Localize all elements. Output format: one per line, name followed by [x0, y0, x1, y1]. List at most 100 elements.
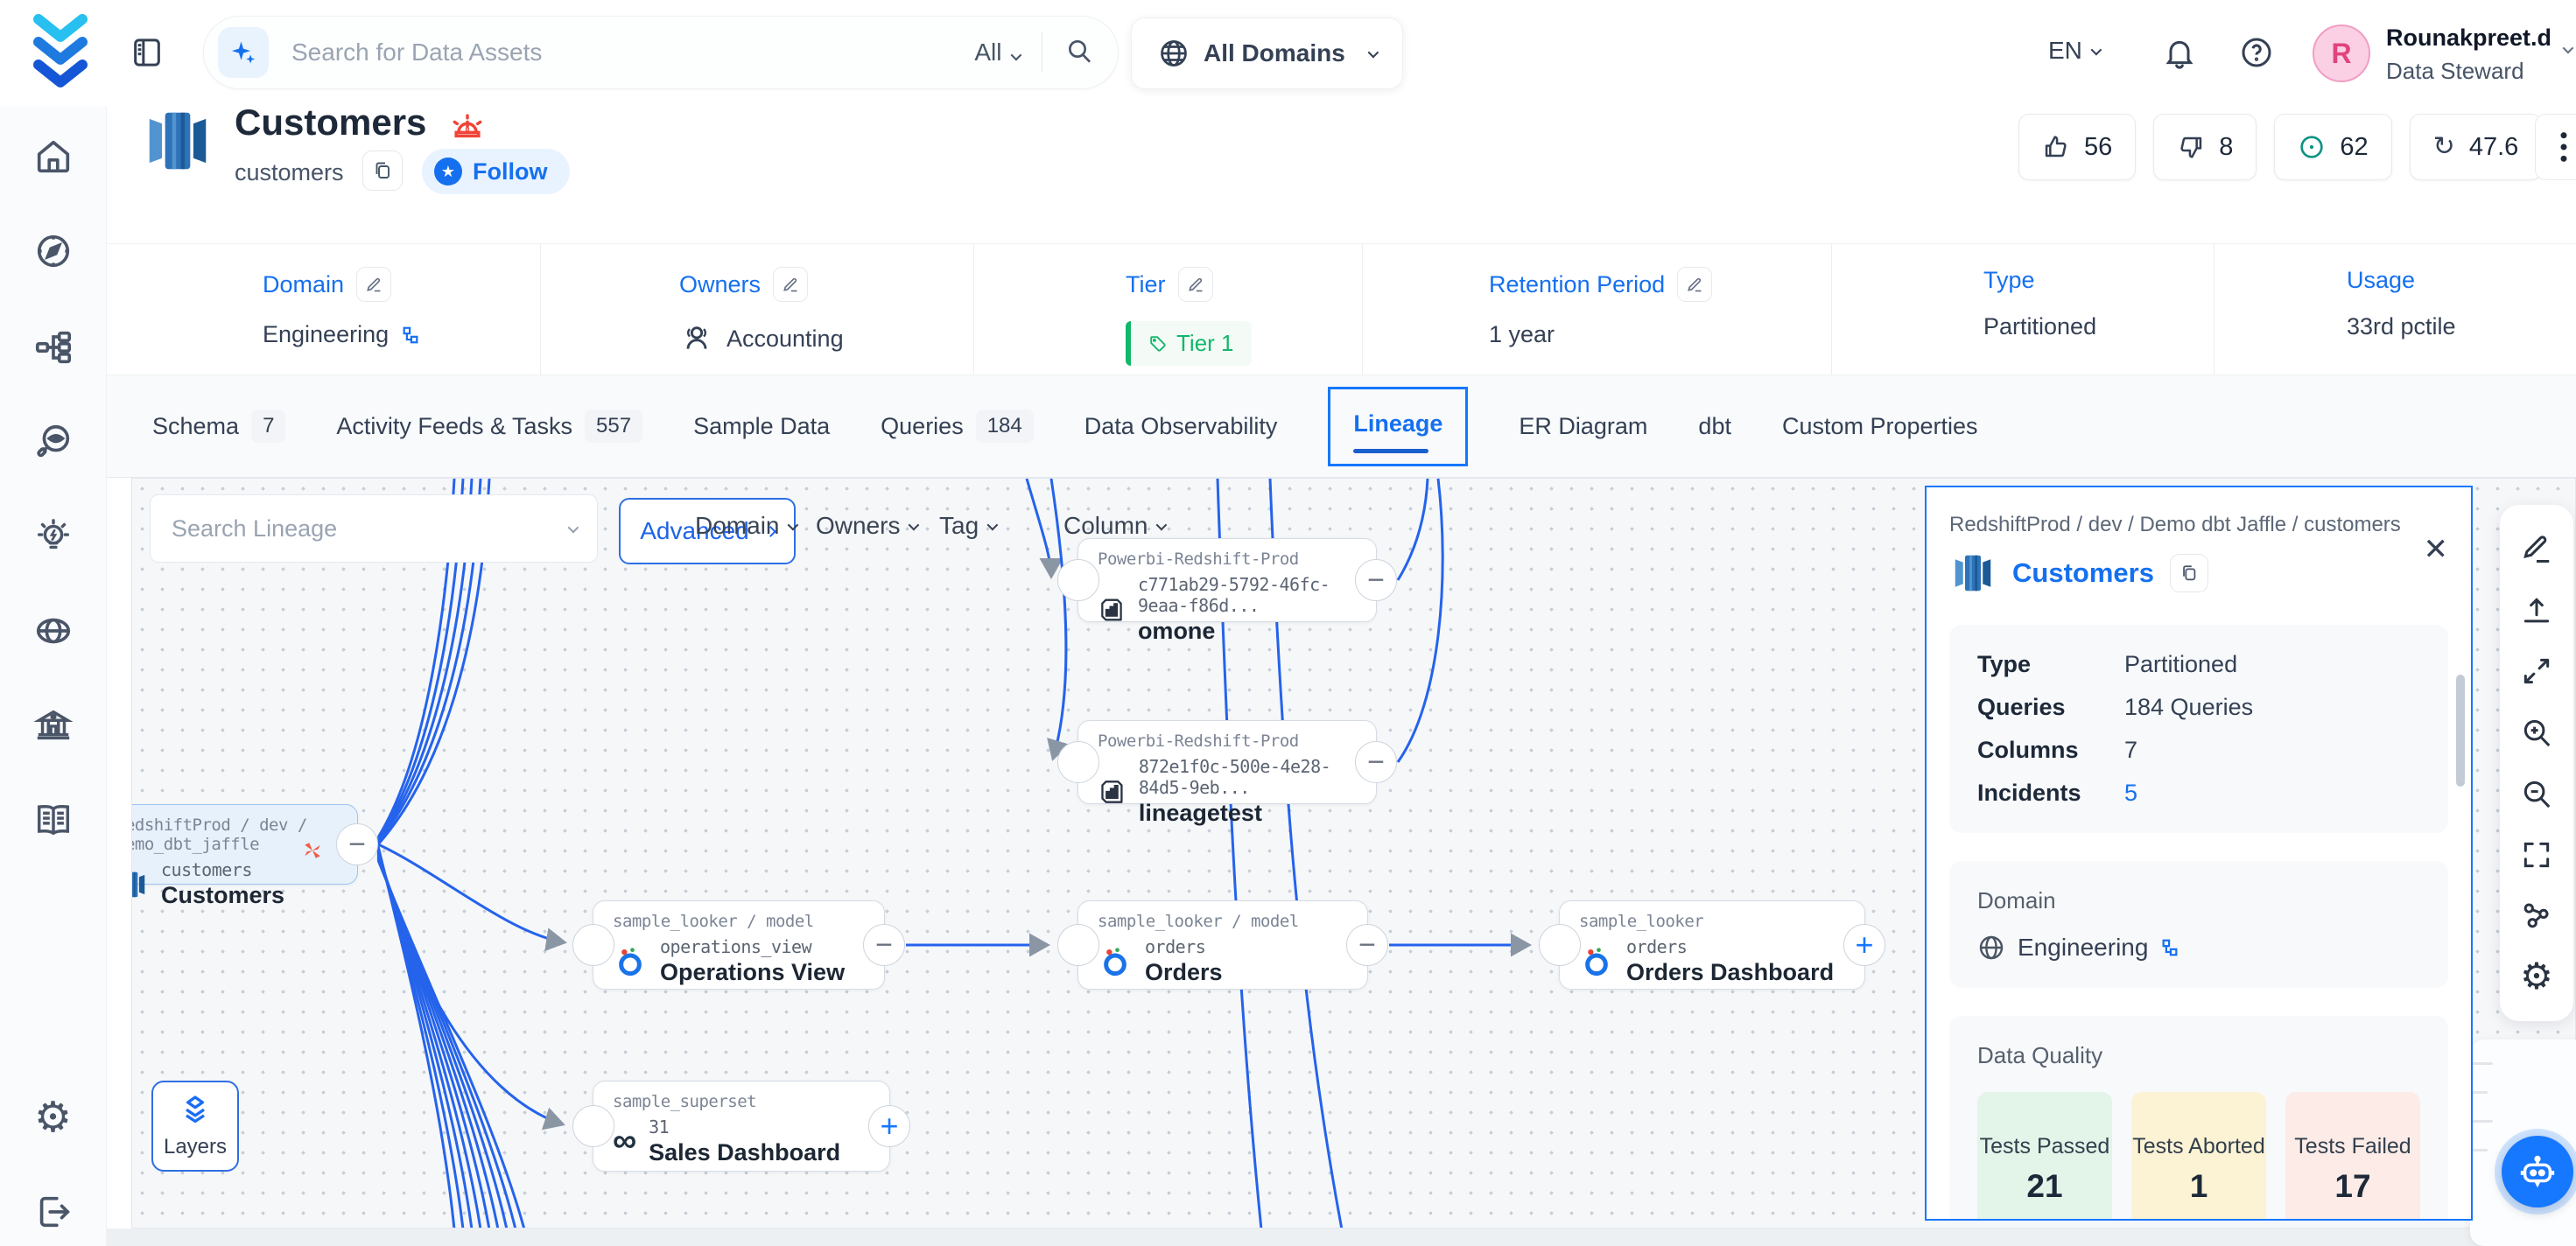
user-menu-chevron-icon[interactable]: [2563, 43, 2574, 54]
chat-assistant-button[interactable]: [2502, 1136, 2573, 1208]
expand-handle[interactable]: +: [868, 1105, 910, 1147]
node-handle[interactable]: [1057, 741, 1099, 783]
collapse-handle[interactable]: −: [1355, 559, 1397, 601]
lineage-search-input[interactable]: [172, 515, 559, 542]
edit-tier-icon[interactable]: [1178, 267, 1213, 302]
lineage-node-orders[interactable]: sample_looker / model orders Orders −: [1077, 900, 1368, 990]
filter-owners[interactable]: Owners: [816, 512, 916, 540]
collapse-handle[interactable]: −: [1355, 741, 1397, 783]
node-handle[interactable]: [572, 1105, 614, 1147]
copy-name-button[interactable]: [362, 150, 403, 191]
sidebar-item-domains[interactable]: [23, 600, 84, 662]
zoom-out-icon[interactable]: [2516, 774, 2557, 814]
sidebar-item-settings[interactable]: ⚙: [23, 1087, 84, 1148]
collapse-handle[interactable]: −: [863, 924, 905, 966]
sidebar-item-explore[interactable]: [23, 220, 84, 282]
sidebar-toggle-icon[interactable]: [130, 35, 165, 74]
tier-label[interactable]: Tier: [1126, 271, 1166, 298]
sidebar-item-observability[interactable]: [23, 411, 84, 472]
sidebar-item-glossary[interactable]: [23, 789, 84, 850]
all-domains-selector[interactable]: All Domains: [1131, 18, 1403, 89]
edit-lineage-icon[interactable]: [2516, 529, 2557, 570]
lineage-node-sales-dashboard[interactable]: sample_superset ∞ 31 Sales Dashboard +: [593, 1081, 890, 1172]
filter-column[interactable]: Column: [1063, 512, 1164, 540]
lineage-node-orders-dashboard[interactable]: sample_looker orders Orders Dashboard +: [1559, 900, 1865, 990]
fit-view-icon[interactable]: [2516, 651, 2557, 691]
expand-handle[interactable]: +: [1843, 924, 1885, 966]
search-icon[interactable]: [1065, 37, 1093, 69]
asset-tabs: Schema7 Activity Feeds & Tasks557 Sample…: [107, 374, 2576, 478]
upvote-button[interactable]: 56: [2018, 114, 2136, 180]
domain-label[interactable]: Domain: [263, 271, 344, 298]
lineage-node-omone[interactable]: Powerbi-Redshift-Prod c771ab29-5792-46fc…: [1077, 538, 1377, 622]
lineage-node-lineagetest[interactable]: Powerbi-Redshift-Prod 872e1f0c-500e-4e28…: [1077, 720, 1377, 804]
fullscreen-icon[interactable]: [2516, 835, 2557, 875]
tests-failed-tile[interactable]: Tests Failed 17: [2285, 1092, 2420, 1221]
search-scope-dropdown[interactable]: All: [974, 38, 1018, 66]
tier-badge[interactable]: Tier 1: [1126, 321, 1252, 366]
type-label[interactable]: Type: [1983, 267, 2035, 294]
incidents-link[interactable]: 5: [2124, 780, 2420, 807]
user-avatar[interactable]: R: [2313, 24, 2370, 82]
layers-button[interactable]: Layers: [151, 1081, 239, 1172]
retention-label[interactable]: Retention Period: [1489, 271, 1665, 298]
sidebar-item-govern[interactable]: [23, 695, 84, 756]
node-handle[interactable]: [572, 924, 614, 966]
downvote-button[interactable]: 8: [2153, 114, 2257, 180]
owners-label[interactable]: Owners: [679, 271, 761, 298]
tests-passed-tile[interactable]: Tests Passed 21: [1977, 1092, 2112, 1221]
lineage-node-operations-view[interactable]: sample_looker / model operations_view Op…: [593, 900, 885, 990]
zoom-in-icon[interactable]: [2516, 712, 2557, 752]
lineage-settings-icon[interactable]: ⚙: [2516, 956, 2557, 997]
follow-button[interactable]: ★ Follow: [422, 149, 570, 194]
tab-sample-data[interactable]: Sample Data: [693, 413, 830, 440]
owners-value[interactable]: Accounting: [726, 326, 844, 353]
help-icon[interactable]: [2239, 35, 2274, 74]
tab-data-observability[interactable]: Data Observability: [1084, 413, 1278, 440]
redshift-service-icon: [140, 103, 215, 183]
node-handle[interactable]: [1539, 924, 1581, 966]
domain-value[interactable]: Engineering: [263, 321, 389, 348]
panel-entity-link[interactable]: Customers: [2012, 557, 2154, 589]
notifications-bell-icon[interactable]: [2162, 35, 2197, 74]
tab-queries[interactable]: Queries184: [881, 410, 1034, 443]
export-lineage-icon[interactable]: [2516, 591, 2557, 631]
more-actions-button[interactable]: [2535, 114, 2576, 180]
lineage-node-customers[interactable]: RedshiftProd / dev / demo_dbt_jaffle cus…: [131, 804, 358, 885]
collapse-handle[interactable]: −: [1346, 924, 1388, 966]
tab-er-diagram[interactable]: ER Diagram: [1519, 413, 1647, 440]
alert-siren-icon[interactable]: [448, 107, 487, 150]
collapse-handle[interactable]: −: [336, 823, 378, 865]
lineage-config-icon[interactable]: [2516, 895, 2557, 935]
breadcrumb[interactable]: RedshiftProd / dev / Demo dbt Jaffle / c…: [1949, 508, 2422, 541]
tests-aborted-tile[interactable]: Tests Aborted 1: [2131, 1092, 2266, 1221]
close-icon[interactable]: ✕: [2424, 535, 2449, 564]
edit-domain-icon[interactable]: [356, 267, 391, 302]
tab-schema[interactable]: Schema7: [152, 410, 285, 443]
sidebar-item-logout[interactable]: [23, 1181, 84, 1242]
tab-dbt[interactable]: dbt: [1698, 413, 1731, 440]
language-selector[interactable]: EN: [2048, 37, 2099, 65]
sidebar-item-home[interactable]: [23, 126, 84, 187]
edit-retention-icon[interactable]: [1677, 267, 1712, 302]
ai-sparkle-icon[interactable]: [218, 27, 269, 78]
tab-custom-properties[interactable]: Custom Properties: [1782, 413, 1978, 440]
app-logo-icon[interactable]: [32, 14, 89, 94]
version-button[interactable]: ↻ 47.6: [2410, 114, 2543, 180]
tab-activity-feeds[interactable]: Activity Feeds & Tasks557: [336, 410, 642, 443]
edit-owners-icon[interactable]: [773, 267, 808, 302]
node-handle[interactable]: [1057, 924, 1099, 966]
search-input[interactable]: [291, 38, 974, 66]
sidebar-item-data-flow[interactable]: [23, 317, 84, 378]
looker-icon: [1098, 944, 1133, 979]
sidebar-item-insights[interactable]: [23, 506, 84, 567]
copy-fqn-button[interactable]: [2170, 554, 2208, 592]
filter-domain[interactable]: Domain: [695, 512, 796, 540]
node-handle[interactable]: [1057, 559, 1099, 601]
panel-domain-value[interactable]: Engineering: [2018, 934, 2148, 962]
filter-tag[interactable]: Tag: [939, 512, 995, 540]
panel-scrollbar[interactable]: [2456, 675, 2465, 787]
quality-score-button[interactable]: 62: [2274, 114, 2391, 180]
tab-lineage[interactable]: Lineage: [1328, 387, 1468, 466]
usage-label[interactable]: Usage: [2347, 267, 2415, 294]
